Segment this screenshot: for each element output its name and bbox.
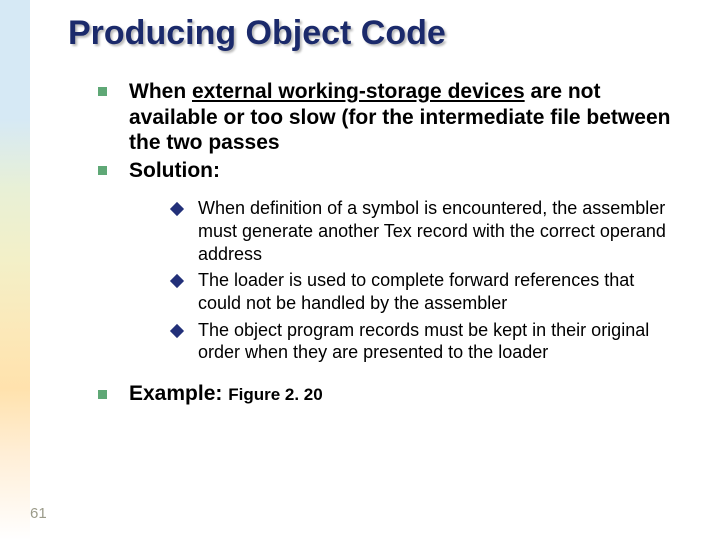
- sub-bullet-1: When definition of a symbol is encounter…: [172, 197, 680, 265]
- bullet-item-3: Example: Figure 2. 20: [68, 382, 680, 406]
- diamond-bullet-icon: [170, 324, 184, 338]
- diamond-bullet-icon: [170, 202, 184, 216]
- bullet-2-text: Solution:: [129, 158, 220, 184]
- slide-content: Producing Object Code When external work…: [0, 0, 720, 540]
- bullet-1-underlined: external working-storage devices: [192, 80, 525, 103]
- bullet-item-2: Solution:: [68, 158, 680, 184]
- bullet-item-1: When external working-storage devices ar…: [68, 79, 680, 156]
- sub-bullet-2-text: The loader is used to complete forward r…: [198, 269, 680, 314]
- sub-bullet-group: When definition of a symbol is encounter…: [68, 185, 680, 382]
- square-bullet-icon: [98, 166, 107, 175]
- sub-bullet-3-text: The object program records must be kept …: [198, 319, 680, 364]
- square-bullet-icon: [98, 87, 107, 96]
- square-bullet-icon: [98, 390, 107, 399]
- sub-bullet-2: The loader is used to complete forward r…: [172, 269, 680, 314]
- bullet-1-text: When external working-storage devices ar…: [129, 79, 680, 156]
- example-ref: Figure 2. 20: [228, 385, 322, 404]
- page-number: 61: [30, 505, 47, 522]
- example-label: Example:: [129, 382, 228, 405]
- slide-title: Producing Object Code: [68, 14, 680, 53]
- bullet-1-pre: When: [129, 80, 192, 103]
- sub-bullet-3: The object program records must be kept …: [172, 319, 680, 364]
- sub-bullet-1-text: When definition of a symbol is encounter…: [198, 197, 680, 265]
- bullet-3-text: Example: Figure 2. 20: [129, 382, 323, 406]
- diamond-bullet-icon: [170, 274, 184, 288]
